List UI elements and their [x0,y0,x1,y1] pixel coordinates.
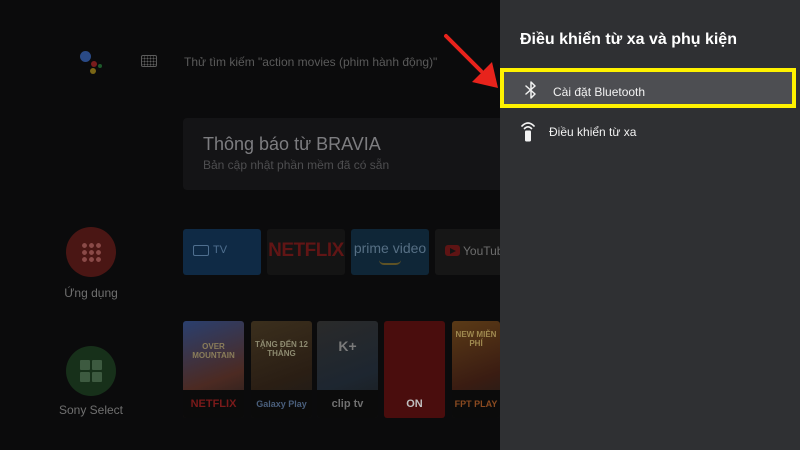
google-assistant-icon[interactable] [76,49,106,75]
notification-title: Thông báo từ BRAVIA [203,134,381,154]
content-card[interactable]: ON [384,321,445,418]
tv-icon [193,245,209,256]
content-card[interactable]: K+ clip tv [317,321,378,418]
home-screen-dimmed: Thử tìm kiếm "action movies (phim hành đ… [0,0,500,450]
content-card-art-text: TẶNG ĐẾN 12 THÁNG [255,340,308,358]
sony-select-label: Sony Select [58,403,124,417]
youtube-play-icon [445,245,460,256]
content-card[interactable]: OVER MOUNTAIN NETFLIX [183,321,244,418]
notification-subtitle: Bản cập nhật phần mềm đã có sẵn [203,158,390,172]
content-card-art-text: OVER MOUNTAIN [192,342,235,360]
search-hint-text[interactable]: Thử tìm kiếm "action movies (phim hành đ… [184,55,437,69]
apps-button[interactable] [66,227,116,277]
apps-label: Ứng dụng [64,286,118,300]
netflix-logo-text: NETFLIX [268,240,344,261]
content-card[interactable]: TẶNG ĐẾN 12 THÁNG Galaxy Play [251,321,312,418]
content-card-brand: ON [406,398,423,410]
keyboard-icon[interactable] [141,55,157,67]
prime-smile-icon [379,260,401,265]
content-card[interactable]: NEW MIỄN PHÍ FPT PLAY [452,321,500,418]
remote-accessories-panel: Điều khiển từ xa và phụ kiện Cài đặt Blu… [500,0,800,450]
app-tile-prime-video[interactable]: prime video [351,229,429,275]
remote-control-item[interactable]: Điều khiển từ xa [500,112,796,150]
bluetooth-settings-item[interactable]: Cài đặt Bluetooth [500,68,796,108]
app-tile-tv[interactable]: TV [183,229,261,275]
content-card-brand: clip tv [317,390,378,418]
app-tile-label: TV [213,244,228,256]
app-tile-youtube[interactable]: YouTube [435,229,500,275]
content-card-art-text: K+ [338,338,357,354]
content-card-brand: FPT PLAY [452,390,500,418]
notification-card[interactable]: Thông báo từ BRAVIA Bản cập nhật phần mề… [183,118,500,190]
content-card-art-text: NEW MIỄN PHÍ [455,330,497,348]
bluetooth-icon [525,81,536,99]
remote-control-icon [521,122,535,142]
prime-video-logo-text: prime video [353,240,427,256]
red-pointer-arrow-icon [444,34,498,88]
app-tile-netflix[interactable]: NETFLIX [267,229,345,275]
sony-select-icon [80,360,102,382]
sony-select-button[interactable] [66,346,116,396]
remote-control-label: Điều khiển từ xa [549,125,637,139]
bluetooth-settings-label: Cài đặt Bluetooth [553,85,646,99]
apps-grid-icon [81,242,101,262]
content-card-brand: Galaxy Play [251,390,312,418]
panel-title: Điều khiển từ xa và phụ kiện [520,31,737,48]
content-card-brand: NETFLIX [183,390,244,418]
youtube-logo-text: YouTube [463,244,500,258]
